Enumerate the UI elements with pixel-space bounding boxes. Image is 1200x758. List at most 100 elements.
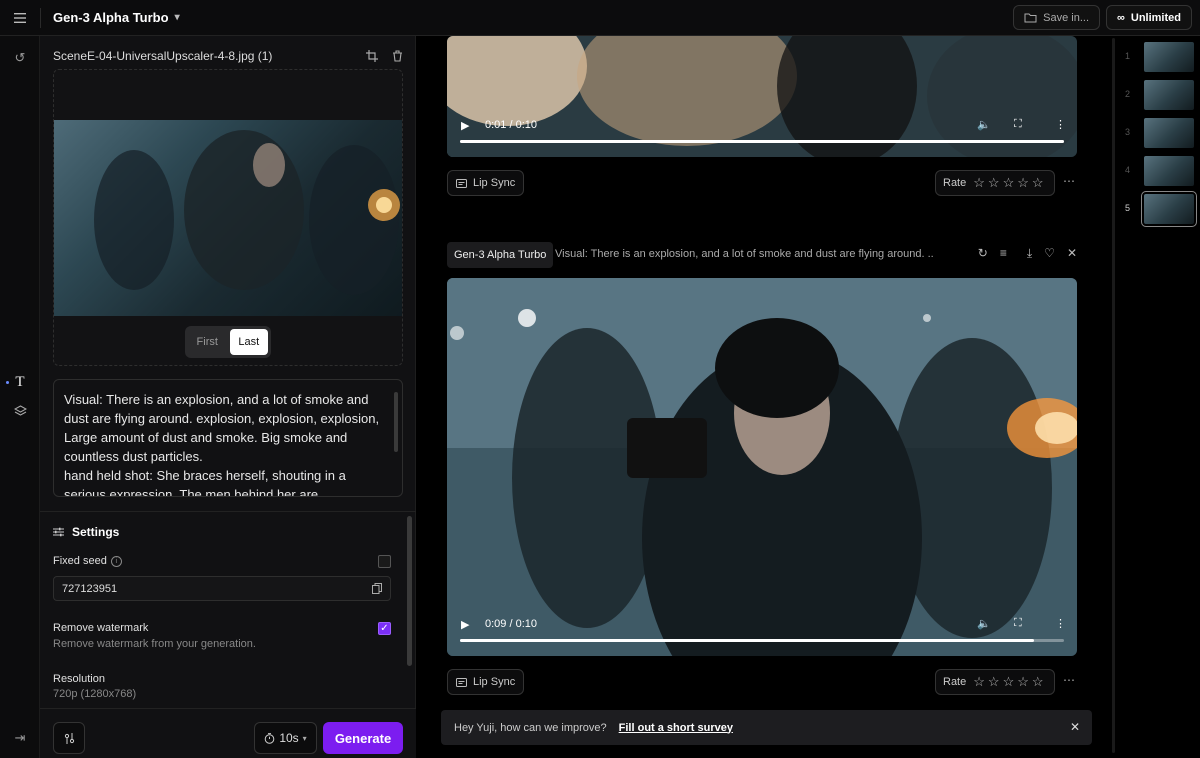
file-name: SceneE-04-UniversalUpscaler-4-8.jpg (1) [53,49,273,63]
star-icon[interactable]: ☆ [973,175,985,191]
lip-sync-label: Lip Sync [473,177,516,189]
video-progress-bar[interactable] [460,639,1064,642]
generation-prompt: Visual: There is an explosion, and a lot… [555,248,933,260]
thumbnail-number: 2 [1125,89,1131,99]
remove-watermark-description: Remove watermark from your generation. [53,638,256,650]
settings-scrollbar[interactable] [407,516,412,666]
settings-title: Settings [72,525,120,539]
thumbnail-number: 4 [1125,165,1131,175]
generation-header: Gen-3 Alpha Turbo Visual: There is an ex… [447,242,1077,268]
seed-input[interactable]: 727123951 [53,576,391,601]
history-icon[interactable]: ↺ [0,50,40,66]
fixed-seed-label: Fixed seed [53,555,107,567]
more-vertical-icon[interactable]: ⋮ [1055,617,1066,630]
thumbnail-item[interactable]: 3 [1107,118,1200,148]
volume-icon[interactable]: 🔈 [977,617,991,630]
video-time: 0:01 / 0:10 [485,119,537,131]
collapse-panel-icon[interactable]: ⇥ [0,730,40,746]
fullscreen-icon[interactable]: ⛶ [1014,617,1022,630]
video-time: 0:09 / 0:10 [485,618,537,630]
rate-label: Rate [943,177,967,189]
lip-sync-button[interactable]: Lip Sync [447,170,525,196]
thumbnail-number: 5 [1125,203,1131,213]
play-icon[interactable]: ▶ [461,618,469,631]
survey-link[interactable]: Fill out a short survey [619,722,733,734]
survey-banner: Hey Yuji, how can we improve? Fill out a… [441,710,1092,745]
unlimited-plan-button[interactable]: ∞ Unlimited [1106,5,1192,30]
volume-icon[interactable]: 🔈 [977,118,991,131]
star-icon[interactable]: ☆ [1017,674,1029,690]
fullscreen-icon[interactable]: ⛶ [1014,118,1022,131]
divider [40,511,416,512]
video-actions: Lip Sync Rate ☆ ☆ ☆ ☆ ☆ ⋯ [447,170,1077,196]
fixed-seed-checkbox[interactable] [378,555,391,568]
chevron-down-icon: ▾ [174,12,180,23]
settings-header: Settings [53,525,119,539]
crop-icon[interactable] [366,50,378,62]
close-icon[interactable]: ✕ [1070,720,1080,734]
hamburger-menu-icon[interactable] [0,0,40,36]
video-player[interactable]: ▶ 0:09 / 0:10 🔈 ⛶ ⋮ [447,278,1077,656]
refresh-icon[interactable]: ↻ [978,246,988,261]
video-progress-fill [460,140,1064,143]
layers-icon[interactable] [0,405,40,418]
star-icon[interactable]: ☆ [1032,175,1044,191]
star-icon[interactable]: ☆ [1032,674,1044,690]
save-in-label: Save in... [1043,11,1090,24]
seed-value: 727123951 [62,582,118,595]
play-icon[interactable]: ▶ [461,119,469,132]
remove-watermark-checkbox[interactable]: ✓ [378,622,391,635]
heart-icon[interactable]: ♡ [1044,246,1055,261]
top-bar: Gen-3 Alpha Turbo ▾ Save in... ∞ Unlimit… [0,0,1200,36]
video-controls: ▶ 0:01 / 0:10 🔈 ⛶ ⋮ [447,107,1077,157]
save-in-button[interactable]: Save in... [1013,5,1101,30]
lip-sync-button[interactable]: Lip Sync [447,669,525,695]
info-icon[interactable]: i [110,555,122,567]
star-icon[interactable]: ☆ [1017,175,1029,191]
video-progress-bar[interactable] [460,140,1064,143]
input-panel: SceneE-04-UniversalUpscaler-4-8.jpg (1) … [40,36,416,758]
close-icon[interactable]: ✕ [1067,246,1077,261]
thumbnail-item[interactable]: 2 [1107,80,1200,110]
prompt-text: Visual: There is an explosion, and a lot… [64,392,380,497]
thumbnail-item[interactable]: 1 [1107,42,1200,72]
advanced-settings-button[interactable] [53,722,85,754]
prompt-textarea[interactable]: Visual: There is an explosion, and a lot… [53,379,403,497]
video-player[interactable]: ▶ 0:01 / 0:10 🔈 ⛶ ⋮ [447,36,1077,157]
panel-footer: 10s ▾ Generate [40,708,416,758]
last-frame-option[interactable]: Last [229,329,268,355]
lip-sync-label: Lip Sync [473,676,516,688]
infinity-icon: ∞ [1117,11,1125,24]
survey-text: Hey Yuji, how can we improve? [454,721,607,734]
star-icon[interactable]: ☆ [988,674,1000,690]
thumbnail-item-selected[interactable]: 5 [1107,191,1200,227]
more-horizontal-icon[interactable]: ⋯ [1063,174,1075,188]
thumbnail-number: 1 [1125,51,1131,61]
download-icon[interactable]: ⤓ [1027,246,1032,261]
duration-value: 10s [279,731,299,745]
copy-icon[interactable] [372,583,382,594]
align-left-icon[interactable]: ≡ [1000,246,1007,261]
generate-button[interactable]: Generate [323,722,403,754]
image-dropzone[interactable]: First Last [53,69,403,366]
resolution-label: Resolution [53,673,105,685]
thumbnail-image [1144,80,1194,110]
trash-icon[interactable] [392,50,403,62]
more-horizontal-icon[interactable]: ⋯ [1063,673,1075,687]
star-icon[interactable]: ☆ [1003,674,1015,690]
prompt-scrollbar[interactable] [394,392,398,452]
remove-watermark-label: Remove watermark [53,622,149,634]
lip-sync-icon [456,677,467,687]
thumbnail-item[interactable]: 4 [1107,156,1200,186]
more-vertical-icon[interactable]: ⋮ [1055,118,1066,131]
star-icon[interactable]: ☆ [988,175,1000,191]
plan-label: Unlimited [1130,11,1181,24]
model-selector[interactable]: Gen-3 Alpha Turbo ▾ [53,10,180,25]
sliders-icon [53,527,64,537]
star-icon[interactable]: ☆ [1003,175,1015,191]
duration-select[interactable]: 10s ▾ [254,722,317,754]
chevron-down-icon: ▾ [302,733,307,743]
rating-widget: Rate ☆ ☆ ☆ ☆ ☆ [935,170,1055,196]
first-frame-option[interactable]: First [188,329,227,355]
star-icon[interactable]: ☆ [973,674,985,690]
